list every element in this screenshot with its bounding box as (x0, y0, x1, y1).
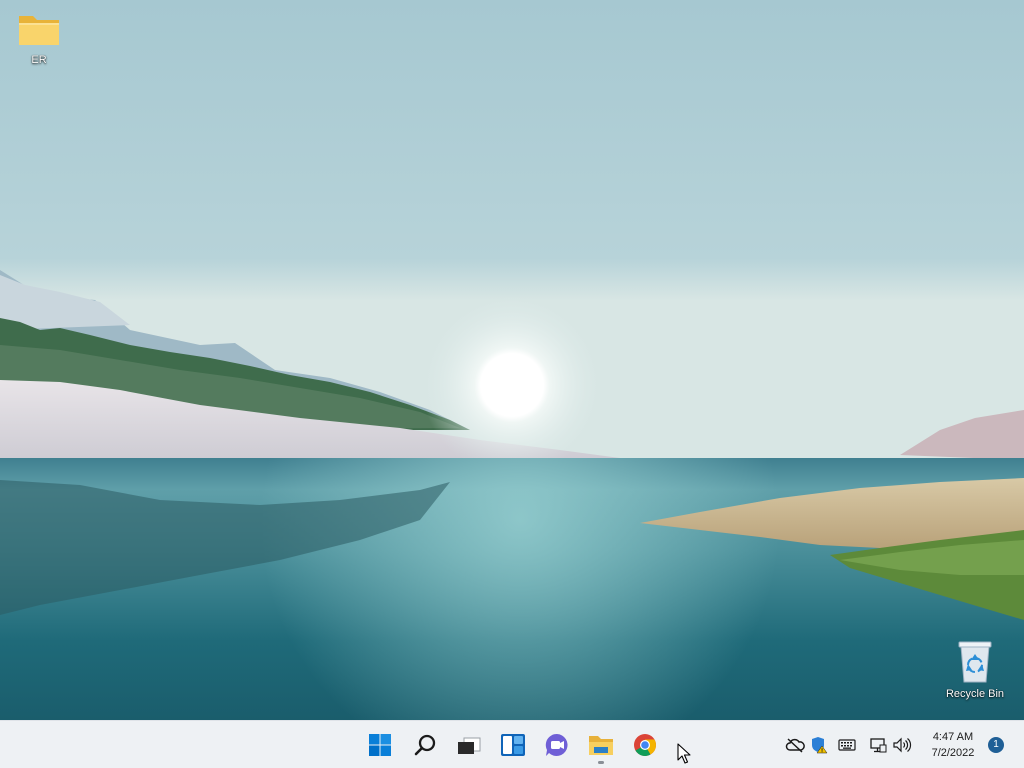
chat-button[interactable] (537, 725, 577, 765)
file-explorer-icon (589, 736, 613, 755)
windows-start-icon (369, 734, 391, 756)
network-tray-button[interactable] (867, 734, 889, 756)
widgets-icon (501, 734, 525, 756)
desktop-wallpaper (0, 0, 1024, 720)
clock[interactable]: 4:47 AM 7/2/2022 (920, 729, 986, 761)
chrome-button[interactable] (625, 725, 665, 765)
start-button[interactable] (360, 725, 400, 765)
widgets-button[interactable] (493, 725, 533, 765)
task-view-icon (458, 737, 481, 754)
search-icon (414, 734, 436, 756)
running-indicator (598, 761, 604, 764)
file-explorer-button[interactable] (581, 725, 621, 765)
notification-badge[interactable]: 1 (988, 737, 1004, 753)
mouse-cursor-icon (677, 743, 691, 764)
teams-chat-icon (545, 733, 568, 756)
recycle-bin-icon (958, 641, 992, 683)
desktop-icon-recycle-bin[interactable]: Recycle Bin (937, 638, 1013, 700)
onedrive-offline-icon (785, 738, 805, 753)
touch-keyboard-tray-button[interactable] (836, 734, 858, 756)
task-view-button[interactable] (449, 725, 489, 765)
onedrive-tray-button[interactable] (784, 734, 806, 756)
clock-date: 7/2/2022 (931, 747, 975, 759)
chrome-icon (634, 734, 656, 756)
taskbar: 4:47 AM 7/2/2022 1 (0, 720, 1024, 768)
windows-security-warning-icon (812, 737, 828, 754)
folder-icon (19, 16, 59, 45)
desktop-icon-er-folder[interactable]: ER (1, 10, 77, 66)
search-button[interactable] (405, 725, 445, 765)
touch-keyboard-icon (838, 739, 856, 751)
windows-security-tray-button[interactable] (808, 734, 830, 756)
desktop-icon-label: ER (31, 54, 47, 66)
desktop-icon-label: Recycle Bin (945, 688, 1005, 700)
volume-icon (893, 737, 912, 753)
network-icon (870, 738, 887, 753)
clock-time: 4:47 AM (932, 731, 974, 743)
volume-tray-button[interactable] (891, 734, 913, 756)
